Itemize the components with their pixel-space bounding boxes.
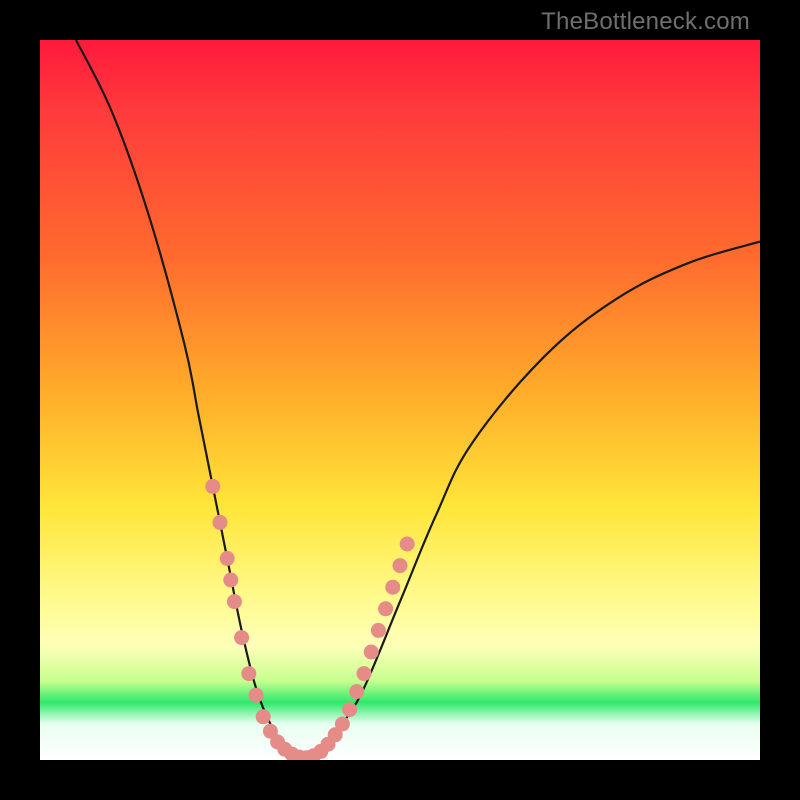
marker-point [241,666,256,681]
marker-point [213,515,228,530]
marker-point [371,623,386,638]
marker-point [249,688,264,703]
curve-layer [40,40,760,760]
marker-point [220,551,235,566]
marker-point [357,666,372,681]
marker-point [223,573,238,588]
marker-point [335,717,350,732]
marker-point [256,709,271,724]
marker-point [349,684,364,699]
marker-point [393,558,408,573]
marker-point [385,580,400,595]
curve-markers [205,479,414,760]
bottleneck-curve [76,40,760,760]
chart-frame: TheBottleneck.com [0,0,800,800]
marker-point [234,630,249,645]
watermark-text: TheBottleneck.com [541,8,750,36]
marker-point [342,702,357,717]
marker-point [364,645,379,660]
plot-area [40,40,760,760]
marker-point [400,537,415,552]
marker-point [227,594,242,609]
marker-point [378,601,393,616]
marker-point [205,479,220,494]
